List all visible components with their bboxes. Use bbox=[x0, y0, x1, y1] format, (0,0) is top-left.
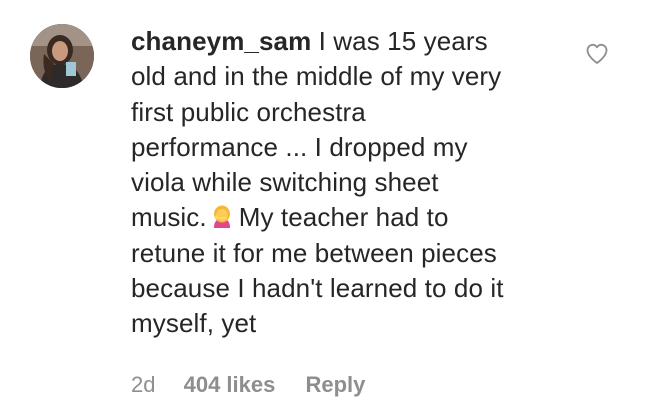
reply-button[interactable]: Reply bbox=[305, 372, 365, 398]
avatar[interactable] bbox=[30, 24, 94, 88]
comment: chaneym_sam I was 15 years old and in th… bbox=[0, 0, 660, 415]
comment-line: chaneym_sam I was 15 years bbox=[131, 24, 561, 59]
comment-text: I was 15 years bbox=[318, 26, 488, 56]
comment-line: music. My teacher had to bbox=[131, 200, 561, 235]
comment-body: chaneym_sam I was 15 years old and in th… bbox=[131, 24, 561, 342]
comment-timestamp[interactable]: 2d bbox=[131, 372, 155, 398]
comment-text: old and in the middle of my very bbox=[131, 61, 502, 92]
comment-text: first public orchestra bbox=[131, 96, 366, 127]
comment-text: My teacher had to bbox=[238, 202, 449, 233]
likes-count[interactable]: 404 likes bbox=[184, 372, 276, 398]
comment-meta: 2d 404 likes Reply bbox=[131, 372, 365, 398]
comment-text: because I hadn't learned to do it bbox=[131, 273, 504, 304]
comment-text: music. bbox=[131, 202, 207, 233]
username-link[interactable]: chaneym_sam bbox=[131, 26, 311, 56]
heart-outline-icon[interactable] bbox=[585, 42, 609, 66]
woman-facepalming-emoji-icon bbox=[209, 204, 235, 230]
comment-text: retune it for me between pieces bbox=[131, 237, 497, 268]
comment-text: myself, yet bbox=[131, 308, 257, 339]
comment-text: performance ... I dropped my bbox=[131, 131, 468, 162]
comment-text: viola while switching sheet bbox=[131, 167, 439, 198]
